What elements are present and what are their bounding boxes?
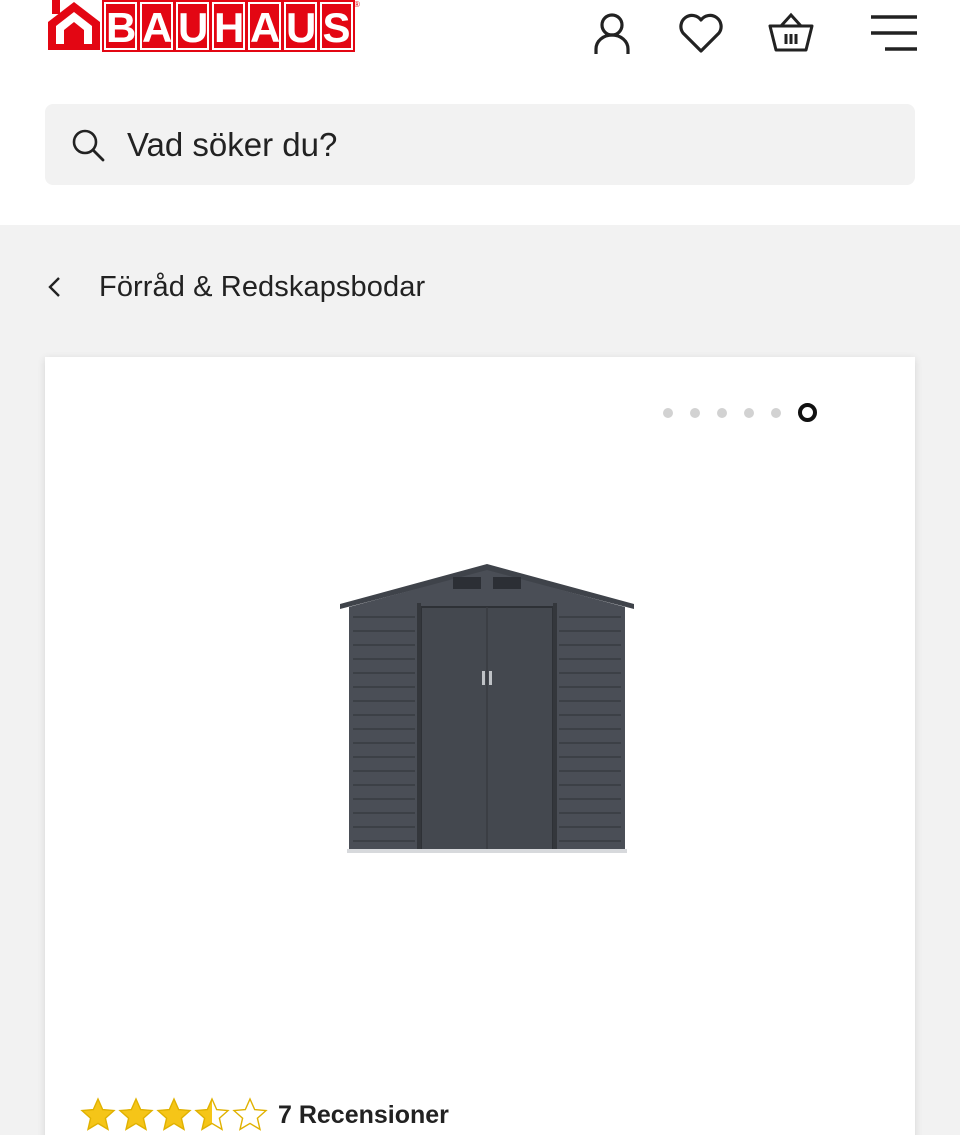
carousel-dot[interactable]: [663, 407, 673, 418]
logo-letter: U: [174, 0, 211, 52]
logo-letter: A: [138, 0, 175, 52]
user-icon: [594, 13, 630, 54]
product-rating[interactable]: 7 Recensioner: [80, 1097, 449, 1133]
breadcrumb-category: Förråd & Redskapsbodar: [99, 270, 426, 303]
site-header: BAUHAUS ®: [0, 0, 960, 225]
star-half-icon: [194, 1097, 230, 1131]
chevron-left-icon: [48, 277, 60, 297]
carousel-dot[interactable]: [744, 407, 754, 418]
heart-icon: [679, 13, 723, 53]
wishlist-button[interactable]: [676, 8, 726, 58]
search-icon: [72, 129, 105, 161]
logo-letter: S: [318, 0, 355, 52]
carousel-dot-active[interactable]: [798, 403, 817, 422]
basket-icon: [768, 12, 814, 52]
carousel-dot[interactable]: [771, 407, 781, 418]
logo-letter: A: [246, 0, 283, 52]
star-full-icon: [80, 1097, 116, 1131]
star-full-icon: [156, 1097, 192, 1131]
house-logo-icon: [48, 0, 100, 50]
star-full-icon: [118, 1097, 154, 1131]
carousel-dot[interactable]: [690, 407, 700, 418]
logo-letter: B: [102, 0, 139, 52]
registered-mark: ®: [354, 0, 360, 9]
logo-letter: U: [282, 0, 319, 52]
product-image[interactable]: [337, 559, 637, 859]
review-count: 7 Recensioner: [278, 1100, 449, 1129]
menu-icon: [871, 15, 917, 51]
carousel-dot[interactable]: [717, 407, 727, 418]
star-empty-icon: [232, 1097, 268, 1131]
breadcrumb-back-link[interactable]: Förråd & Redskapsbodar: [44, 262, 425, 312]
logo-wordmark: BAUHAUS: [102, 0, 355, 52]
carousel-dots: [663, 403, 817, 422]
logo-letter: H: [210, 0, 247, 52]
rating-stars: [80, 1097, 268, 1133]
menu-button[interactable]: [868, 8, 920, 58]
account-button[interactable]: [587, 8, 637, 58]
search-bar[interactable]: [45, 104, 915, 185]
cart-button[interactable]: [766, 8, 816, 58]
product-card: 7 Recensioner: [45, 357, 915, 1135]
search-input[interactable]: [127, 125, 827, 164]
bauhaus-logo[interactable]: BAUHAUS ®: [46, 0, 402, 54]
